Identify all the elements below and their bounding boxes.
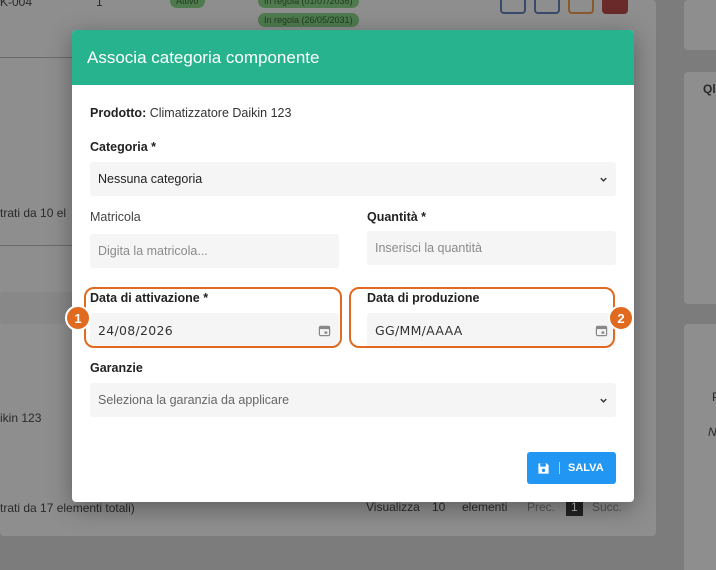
serial-placeholder: Digita la matricola... bbox=[98, 244, 208, 258]
background-filter-text-2: trati da 17 elementi totali) bbox=[0, 501, 135, 515]
highlight-production-date bbox=[349, 287, 615, 348]
background-status-badge: Attivo bbox=[170, 0, 205, 8]
background-row-code: K-004 bbox=[0, 0, 33, 9]
background-compliance-pill-1: In regola (01/07/2036) bbox=[258, 0, 359, 8]
warranty-placeholder: Seleziona la garanzia da applicare bbox=[98, 393, 290, 407]
save-button-separator bbox=[559, 462, 560, 474]
background-next-link[interactable]: Succ. bbox=[592, 500, 622, 514]
background-divider-2 bbox=[0, 245, 72, 246]
annotation-badge-1: 1 bbox=[65, 305, 91, 331]
background-select[interactable] bbox=[0, 292, 72, 324]
background-elements-label: elementi bbox=[462, 500, 508, 514]
serial-label: Matricola bbox=[90, 210, 141, 224]
chevron-down-icon bbox=[600, 398, 607, 403]
background-show-count[interactable]: 10 bbox=[432, 500, 445, 514]
category-label: Categoria * bbox=[90, 140, 156, 154]
background-right-fragment-1: P bbox=[712, 390, 716, 404]
background-compliance-pill-2: In regola (26/05/2031) bbox=[258, 13, 359, 27]
warranty-label: Garanzie bbox=[90, 361, 143, 375]
associate-category-modal: Associa categoria componente Prodotto: C… bbox=[72, 30, 634, 502]
background-edit-button[interactable] bbox=[500, 0, 526, 14]
background-back-button[interactable] bbox=[568, 0, 594, 14]
product-info: Prodotto: Climatizzatore Daikin 123 bbox=[90, 106, 291, 120]
save-button-label: SALVA bbox=[568, 462, 604, 474]
save-icon bbox=[538, 462, 549, 474]
warranty-select[interactable]: Seleziona la garanzia da applicare bbox=[90, 383, 616, 417]
quantity-label: Quantità * bbox=[367, 210, 427, 224]
serial-input[interactable]: Digita la matricola... bbox=[90, 234, 339, 268]
modal-header: Associa categoria componente bbox=[72, 30, 634, 85]
category-select[interactable]: Nessuna categoria bbox=[90, 162, 616, 196]
save-button[interactable]: SALVA bbox=[527, 452, 616, 484]
background-row-qty: 1 bbox=[96, 0, 103, 9]
background-tool-button[interactable] bbox=[534, 0, 560, 14]
background-show-label: Visualizza bbox=[366, 500, 420, 514]
chevron-down-icon bbox=[600, 177, 607, 182]
quantity-placeholder: Inserisci la quantità bbox=[375, 241, 483, 255]
annotation-badge-2: 2 bbox=[608, 305, 634, 331]
modal-title: Associa categoria componente bbox=[87, 48, 320, 67]
highlight-activation-date bbox=[84, 287, 342, 348]
background-card-right-bottom bbox=[684, 324, 716, 570]
background-card-right-mid bbox=[684, 72, 716, 304]
background-prev-link[interactable]: Prec. bbox=[527, 500, 555, 514]
background-right-fragment-2: N bbox=[708, 425, 716, 439]
background-delete-button[interactable] bbox=[602, 0, 628, 14]
background-divider bbox=[0, 57, 72, 58]
background-filter-text-1: trati da 10 el bbox=[0, 206, 67, 220]
background-product-fragment: ikin 123 bbox=[0, 411, 42, 425]
quantity-input[interactable]: Inserisci la quantità bbox=[367, 231, 616, 265]
background-card-right-top bbox=[684, 0, 716, 50]
product-value: Climatizzatore Daikin 123 bbox=[149, 106, 292, 120]
category-value: Nessuna categoria bbox=[98, 172, 203, 186]
product-label: Prodotto: bbox=[90, 106, 147, 120]
background-side-title: Ql bbox=[703, 82, 716, 96]
